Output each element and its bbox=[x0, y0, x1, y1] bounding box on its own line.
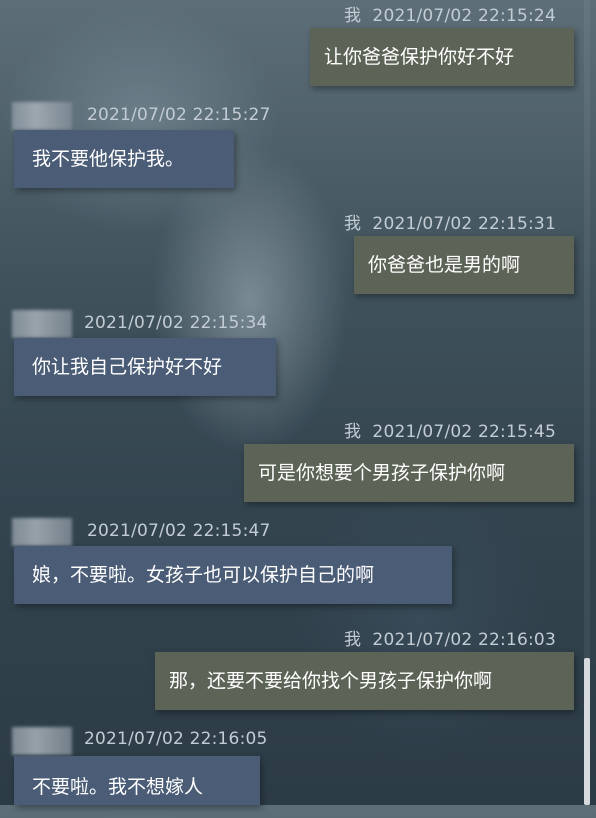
timestamp: 2021/07/02 22:15:47 bbox=[87, 521, 271, 541]
avatar[interactable] bbox=[12, 518, 72, 546]
message-bubble[interactable]: 你爸爸也是男的啊 bbox=[354, 236, 574, 294]
message-meta: 我 2021/07/02 22:15:45 bbox=[344, 417, 556, 442]
message-bubble[interactable]: 可是你想要个男孩子保护你啊 bbox=[244, 444, 574, 502]
sender-name: 我 bbox=[344, 630, 362, 650]
timestamp: 2021/07/02 22:16:05 bbox=[84, 729, 268, 749]
message-meta: 我 2021/07/02 22:15:31 bbox=[344, 209, 556, 234]
timestamp: 2021/07/02 22:15:34 bbox=[84, 313, 268, 333]
message-bubble[interactable]: 不要啦。我不想嫁人 bbox=[14, 756, 260, 805]
timestamp: 2021/07/02 22:15:24 bbox=[372, 6, 556, 26]
sender-name: 我 bbox=[344, 214, 362, 234]
message-meta: 我 2021/07/02 22:16:03 bbox=[344, 625, 556, 650]
sender-name: 我 bbox=[344, 422, 362, 442]
message-bubble[interactable]: 让你爸爸保护你好不好 bbox=[310, 28, 574, 86]
message-bubble[interactable]: 我不要他保护我。 bbox=[14, 130, 234, 188]
timestamp: 2021/07/02 22:16:03 bbox=[372, 630, 556, 650]
avatar[interactable] bbox=[12, 102, 72, 130]
message-bubble[interactable]: 娘，不要啦。女孩子也可以保护自己的啊 bbox=[14, 546, 452, 604]
avatar[interactable] bbox=[12, 727, 72, 755]
message-meta: 我 2021/07/02 22:15:24 bbox=[344, 1, 556, 26]
sender-name: 我 bbox=[344, 6, 362, 26]
avatar[interactable] bbox=[12, 310, 72, 338]
timestamp: 2021/07/02 22:15:45 bbox=[372, 422, 556, 442]
message-bubble[interactable]: 你让我自己保护好不好 bbox=[14, 338, 276, 396]
timestamp: 2021/07/02 22:15:27 bbox=[87, 105, 271, 125]
scrollbar-thumb[interactable] bbox=[584, 658, 590, 805]
message-bubble[interactable]: 那，还要不要给你找个男孩子保护你啊 bbox=[155, 652, 574, 710]
timestamp: 2021/07/02 22:15:31 bbox=[372, 214, 556, 234]
